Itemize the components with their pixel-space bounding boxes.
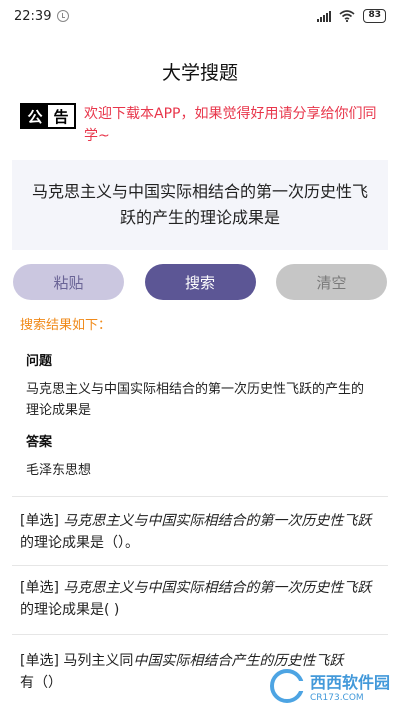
paste-button[interactable]: 粘贴: [13, 264, 124, 300]
result-item[interactable]: [单选] 马克思主义与中国实际相结合的第一次历史性飞跃的理论成果是（）。: [20, 510, 382, 554]
notice-badge-right: 告: [48, 105, 74, 127]
result-tag: [单选]: [20, 580, 59, 596]
divider: [12, 565, 388, 566]
action-buttons: 粘贴 搜索 清空: [13, 264, 387, 300]
answer-question-text: 马克思主义与中国实际相结合的第一次历史性飞跃的产生的理论成果是: [26, 382, 365, 418]
clock-time: 22:39: [14, 8, 52, 24]
question-input-text: 马克思主义与中国实际相结合的第一次历史性飞跃的产生的理论成果是: [31, 182, 368, 227]
result-keyword: 马克思主义与中国实际相结合的第一次历史性飞跃: [63, 513, 372, 529]
watermark-sub: CR173.COM: [309, 693, 364, 703]
signal-icon: [317, 10, 332, 22]
answer-heading: 答案: [26, 435, 53, 450]
result-rest: 的理论成果是（）。: [20, 535, 139, 551]
result-rest: 的理论成果是( ): [20, 602, 120, 618]
divider: [12, 496, 388, 497]
search-button[interactable]: 搜索: [144, 264, 256, 300]
status-right: 83: [317, 9, 386, 23]
result-tag: [单选]: [20, 513, 59, 529]
result-tag: [单选]: [20, 653, 59, 669]
page-title: 大学搜题: [161, 62, 238, 84]
notice-text: 欢迎下载本APP，如果觉得好用请分享给你们同学~: [84, 106, 377, 144]
status-left: 22:39: [14, 8, 70, 24]
result-rest: 有（）: [20, 675, 62, 691]
result-keyword: 马克思主义与中国实际相结合的第一次历史性飞跃: [63, 580, 372, 596]
result-item[interactable]: [单选] 马克思主义与中国实际相结合的第一次历史性飞跃的理论成果是( ): [20, 577, 382, 621]
notice-badge-left: 公: [22, 105, 48, 127]
battery-indicator: 83: [363, 9, 386, 23]
watermark-main: 西西软件园: [309, 673, 390, 692]
notice-badge: 公 告: [20, 103, 76, 129]
divider: [12, 634, 388, 635]
answer-text: 毛泽东思想: [26, 463, 92, 478]
notice-banner: 公 告 欢迎下载本APP，如果觉得好用请分享给你们同学~: [20, 103, 388, 147]
watermark-logo-icon: [269, 669, 306, 703]
watermark: 西西软件园 CR173.COM: [269, 669, 390, 703]
result-label: 搜索结果如下：: [20, 318, 112, 333]
result-prefix: 马列主义同: [63, 653, 134, 669]
clear-button[interactable]: 清空: [276, 264, 387, 300]
answer-card: 问题 马克思主义与中国实际相结合的第一次历史性飞跃的产生的理论成果是 答案 毛泽…: [12, 340, 388, 490]
answer-question-heading: 问题: [26, 354, 53, 369]
result-keyword: 中国实际相结合产生的历史性飞跃: [133, 653, 344, 669]
wifi-icon: [339, 10, 355, 22]
watermark-text: 西西软件园 CR173.COM: [310, 669, 390, 703]
status-bar: 22:39 83: [0, 0, 400, 32]
alarm-icon: [57, 10, 70, 22]
question-input[interactable]: 马克思主义与中国实际相结合的第一次历史性飞跃的产生的理论成果是: [12, 160, 388, 250]
